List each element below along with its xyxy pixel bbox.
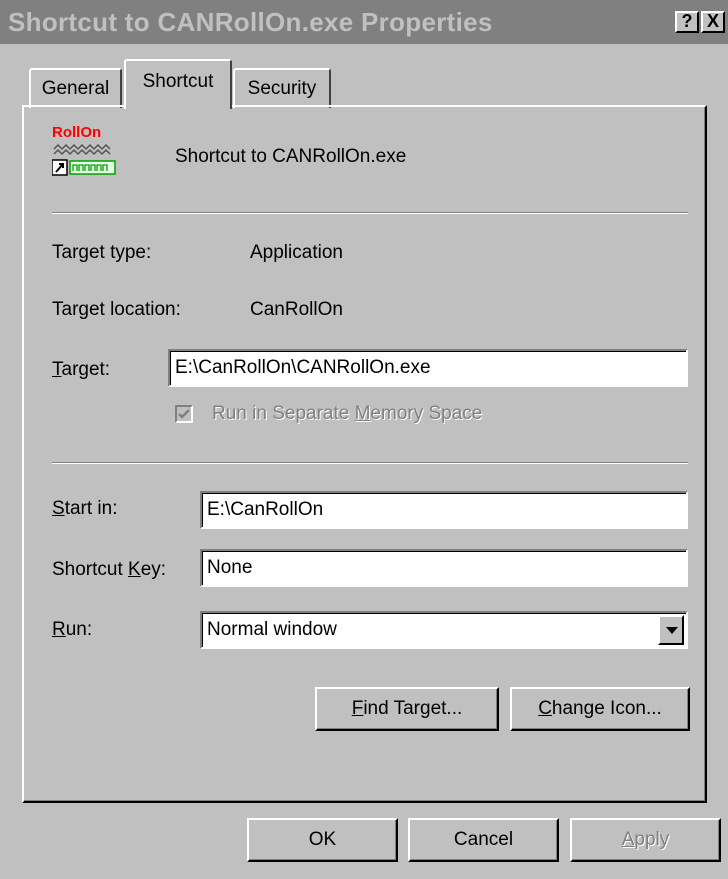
target-label: Target: [52,359,111,380]
target-type-value: Application [250,242,343,263]
target-location-label: Target location: [52,299,181,320]
run-select-value: Normal window [207,619,337,640]
shortcut-name: Shortcut to CANRollOn.exe [175,146,407,167]
run-select[interactable]: Normal window [200,611,688,649]
help-button[interactable]: ? [675,11,699,33]
title-bar[interactable]: Shortcut to CANRollOn.exe Properties ? X [0,0,728,44]
window-title: Shortcut to CANRollOn.exe Properties [8,7,493,37]
start-in-label: Start in: [52,498,118,519]
cancel-button[interactable]: Cancel [408,818,559,862]
ok-button[interactable]: OK [247,818,398,862]
start-in-field[interactable]: E:\CanRollOn [200,491,688,529]
separator-middle [52,462,688,464]
separator-top [52,212,688,214]
shortcut-key-label: Shortcut Key: [52,559,167,580]
tab-general[interactable]: General [29,68,122,108]
close-button[interactable]: X [701,11,725,33]
find-target-button[interactable]: Find Target... [315,687,499,731]
target-type-label: Target type: [52,242,152,263]
shortcut-overlay-icon [52,143,116,176]
tab-shortcut[interactable]: Shortcut [124,59,232,109]
run-separate-memory-checkbox[interactable] [175,405,193,423]
run-separate-memory-label: Run in Separate Memory Space [212,403,483,424]
checkmark-icon [178,409,190,419]
application-icon: RollOn [52,124,118,180]
run-label: Run: [52,619,93,640]
target-location-value: CanRollOn [250,299,343,320]
change-icon-button[interactable]: Change Icon... [510,687,690,731]
target-field[interactable]: E:\CanRollOn\CANRollOn.exe [168,349,688,387]
shortcut-key-field[interactable]: None [200,549,688,587]
tab-security[interactable]: Security [233,68,331,108]
chevron-down-icon[interactable] [658,615,684,645]
apply-button[interactable]: Apply [570,818,721,862]
